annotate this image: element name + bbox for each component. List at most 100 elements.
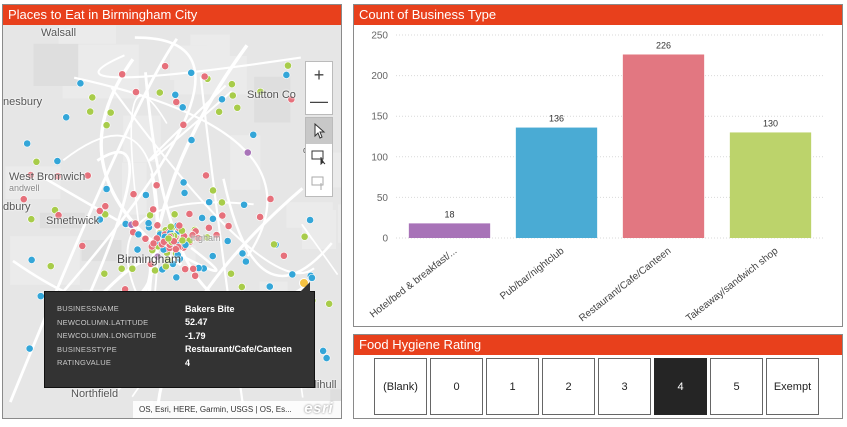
business-point[interactable] xyxy=(144,219,153,228)
business-point[interactable] xyxy=(149,239,158,248)
zoom-in-button[interactable]: + xyxy=(306,62,332,88)
zoom-out-button[interactable]: — xyxy=(306,88,332,114)
business-point[interactable] xyxy=(215,107,224,116)
business-point[interactable] xyxy=(223,237,232,245)
bar[interactable] xyxy=(408,223,491,238)
business-point[interactable] xyxy=(179,120,188,129)
business-point[interactable] xyxy=(102,121,111,130)
business-point[interactable] xyxy=(233,103,242,112)
business-point[interactable] xyxy=(308,273,316,282)
business-point[interactable] xyxy=(325,299,334,308)
business-point[interactable] xyxy=(189,264,198,273)
business-point[interactable] xyxy=(27,215,36,224)
slicer-option-button[interactable]: 5 xyxy=(710,358,763,415)
business-point[interactable] xyxy=(141,234,150,243)
business-point[interactable] xyxy=(240,200,248,209)
business-point[interactable] xyxy=(218,95,226,104)
business-point[interactable] xyxy=(187,68,196,77)
business-point[interactable] xyxy=(178,103,187,112)
business-point[interactable] xyxy=(243,148,252,157)
slicer-option-button[interactable]: 0 xyxy=(430,358,483,415)
business-point[interactable] xyxy=(227,269,235,278)
business-point[interactable] xyxy=(204,223,213,232)
business-point[interactable] xyxy=(300,232,309,241)
business-point[interactable] xyxy=(170,210,179,219)
business-point[interactable] xyxy=(205,198,214,207)
business-point[interactable] xyxy=(249,130,258,139)
business-point[interactable] xyxy=(322,354,331,362)
business-point[interactable] xyxy=(117,264,126,273)
business-point[interactable] xyxy=(53,157,62,165)
business-point[interactable] xyxy=(208,252,217,260)
business-point[interactable] xyxy=(266,195,275,203)
business-point[interactable] xyxy=(228,91,237,100)
business-point[interactable] xyxy=(153,221,162,230)
business-point[interactable] xyxy=(128,264,137,273)
business-point[interactable] xyxy=(155,88,164,97)
slicer-option-button[interactable]: 4 xyxy=(654,358,707,415)
map-visual[interactable]: Places to Eat in Birmingham City Walsall… xyxy=(2,4,342,419)
slicer-option-button[interactable]: Exempt xyxy=(766,358,819,415)
business-point[interactable] xyxy=(218,198,226,207)
business-point[interactable] xyxy=(161,62,170,71)
bar[interactable] xyxy=(729,132,812,238)
slicer-option-button[interactable]: 2 xyxy=(542,358,595,415)
business-point[interactable] xyxy=(279,251,288,260)
business-point[interactable] xyxy=(172,273,181,282)
business-point[interactable] xyxy=(46,262,55,271)
business-point[interactable] xyxy=(142,191,150,199)
business-point[interactable] xyxy=(224,222,233,230)
business-point[interactable] xyxy=(106,108,115,117)
business-point[interactable] xyxy=(265,282,274,291)
business-point[interactable] xyxy=(178,236,187,245)
business-point[interactable] xyxy=(27,256,36,264)
business-point[interactable] xyxy=(180,189,189,197)
business-point[interactable] xyxy=(319,347,328,355)
business-point[interactable] xyxy=(237,283,246,291)
business-point[interactable] xyxy=(88,93,97,102)
business-point[interactable] xyxy=(172,98,181,106)
business-point[interactable] xyxy=(23,139,32,148)
business-point[interactable] xyxy=(256,213,264,221)
business-point[interactable] xyxy=(228,80,236,89)
business-point[interactable] xyxy=(95,207,104,215)
business-point[interactable] xyxy=(191,271,200,280)
business-point[interactable] xyxy=(25,344,34,353)
business-point[interactable] xyxy=(185,210,194,218)
business-point[interactable] xyxy=(218,211,227,220)
rectangle-select-button[interactable] xyxy=(306,144,332,170)
business-point[interactable] xyxy=(306,216,314,224)
business-point[interactable] xyxy=(282,71,291,79)
business-point[interactable] xyxy=(83,171,92,180)
business-point[interactable] xyxy=(134,230,143,239)
bar[interactable] xyxy=(515,127,598,238)
business-point[interactable] xyxy=(32,157,41,166)
business-point[interactable] xyxy=(270,240,278,249)
business-point[interactable] xyxy=(131,219,140,228)
pointer-select-button[interactable] xyxy=(306,118,332,144)
business-point[interactable] xyxy=(129,190,138,199)
business-point[interactable] xyxy=(241,257,250,266)
business-point[interactable] xyxy=(78,242,87,250)
slicer-option-button[interactable]: 1 xyxy=(486,358,539,415)
business-point[interactable] xyxy=(187,136,196,144)
business-point[interactable] xyxy=(102,185,111,193)
business-point[interactable] xyxy=(118,70,127,79)
bar-chart-visual[interactable]: Count of Business Type 0 50 100 150 200 250 18… xyxy=(353,4,843,327)
business-point[interactable] xyxy=(198,214,206,222)
business-point[interactable] xyxy=(288,270,297,279)
business-point[interactable] xyxy=(202,171,210,180)
business-point[interactable] xyxy=(152,181,161,190)
business-point[interactable] xyxy=(179,178,188,187)
bar[interactable] xyxy=(622,54,705,238)
business-point[interactable] xyxy=(132,88,140,96)
business-point[interactable] xyxy=(238,249,247,258)
business-point[interactable] xyxy=(100,269,109,278)
business-point[interactable] xyxy=(181,265,190,274)
business-point[interactable] xyxy=(171,90,180,99)
business-point[interactable] xyxy=(175,221,184,230)
slicer-option-button[interactable]: (Blank) xyxy=(374,358,427,415)
business-point[interactable] xyxy=(200,72,209,81)
business-point[interactable] xyxy=(151,266,159,275)
business-point[interactable] xyxy=(164,234,173,243)
